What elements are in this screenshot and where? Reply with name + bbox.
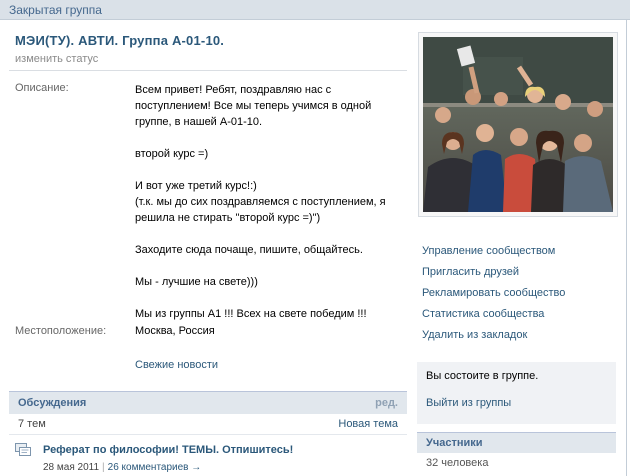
right-border (626, 20, 627, 476)
discussions-title[interactable]: Обсуждения (18, 397, 86, 409)
leave-group-link[interactable]: Выйти из группы (426, 397, 511, 409)
fresh-news-link[interactable]: Свежие новости (135, 359, 218, 371)
location-value: Москва, Россия (135, 325, 215, 337)
membership-status: Вы состоите в группе. (426, 370, 539, 382)
description-line: (т.к. мы до сих поздравляемся с поступле… (135, 196, 386, 208)
description-line: второй курс =) (135, 148, 209, 160)
change-status-link[interactable]: изменить статус (15, 53, 98, 65)
topic-comments-link[interactable]: 26 комментариев → (108, 462, 202, 473)
topic-count[interactable]: 7 тем (18, 418, 46, 430)
discussions-subheader: 7 тем Новая тема (9, 414, 407, 435)
group-photo[interactable] (423, 37, 613, 212)
participants-title[interactable]: Участники (426, 437, 483, 449)
description-line: поступлением! Все мы теперь учимся в одн… (135, 100, 372, 112)
group-type-label: Закрытая группа (9, 3, 102, 17)
location-label: Местоположение: (15, 325, 107, 337)
description-line: группе, в нашей А-01-10. (135, 116, 263, 128)
topic-icon (15, 443, 31, 456)
edit-discussions-link[interactable]: ред. (375, 397, 398, 409)
description-line (135, 226, 400, 242)
group-title: МЭИ(ТУ). АВТИ. Группа А-01-10. (15, 33, 225, 48)
description-line (135, 290, 400, 306)
description-label: Описание: (15, 82, 69, 94)
discussions-header: Обсуждения ред. (9, 391, 407, 414)
topic-title[interactable]: Реферат по философии! ТЕМЫ. Отпишитесь! (43, 444, 293, 456)
invite-friends-link[interactable]: Пригласить друзей (422, 265, 565, 286)
topic-date: 28 мая 2011 (43, 462, 100, 473)
title-divider (9, 70, 407, 71)
membership-box: Вы состоите в группе. Выйти из группы (417, 362, 616, 424)
description-line: Мы - лучшие на свете))) (135, 276, 258, 288)
advertise-community-link[interactable]: Рекламировать сообщество (422, 286, 565, 307)
manage-community-link[interactable]: Управление сообществом (422, 244, 565, 265)
top-bar: Закрытая группа (0, 0, 630, 20)
sidebar-actions: Управление сообществом Пригласить друзей… (422, 244, 565, 349)
topic-meta: 28 мая 2011 | 26 комментариев → (43, 462, 201, 473)
remove-bookmark-link[interactable]: Удалить из закладок (422, 328, 565, 349)
community-stats-link[interactable]: Статистика сообщества (422, 307, 565, 328)
meta-separator: | (102, 462, 105, 473)
description-line: И вот уже третий курс!:) (135, 180, 257, 192)
new-topic-link[interactable]: Новая тема (338, 418, 398, 430)
description-line: Мы из группы А1 !!! Всех на свете победи… (135, 308, 367, 320)
description-line: решила не стирать "второй курс =)") (135, 212, 321, 224)
description-line: Всем привет! Ребят, поздравляю нас с (135, 84, 332, 96)
description-line: Заходите сюда почаще, пишите, общайтесь. (135, 244, 363, 256)
participants-count: 32 человека (426, 457, 489, 469)
description-line (135, 130, 400, 146)
group-photo-frame (418, 32, 618, 217)
participants-header[interactable]: Участники (417, 432, 616, 453)
group-description: Всем привет! Ребят, поздравляю нас с пос… (135, 82, 400, 322)
description-line (135, 162, 400, 178)
description-line (135, 258, 400, 274)
